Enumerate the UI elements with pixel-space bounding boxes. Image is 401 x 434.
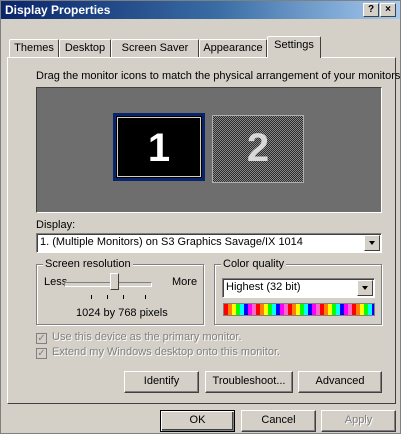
resolution-value: 1024 by 768 pixels [76,307,168,319]
troubleshoot-button[interactable]: Troubleshoot... [205,371,293,393]
resolution-slider-track[interactable] [64,282,152,287]
identify-button[interactable]: Identify [124,371,199,393]
extend-desktop-label: Extend my Windows desktop onto this moni… [52,346,281,358]
chevron-down-icon[interactable] [357,280,373,296]
tab-themes[interactable]: Themes [9,39,59,57]
color-quality-title: Color quality [221,258,287,270]
resolution-more-label: More [172,276,198,288]
color-quality-value: Highest (32 bit) [226,281,301,293]
tab-screen-saver[interactable]: Screen Saver [111,39,199,57]
slider-tick [145,295,146,299]
advanced-button[interactable]: Advanced [298,371,382,393]
slider-tick [123,295,124,299]
monitor-1-icon[interactable]: 1 [113,113,205,181]
display-label: Display: [36,219,76,231]
tab-appearance[interactable]: Appearance [199,39,267,57]
slider-tick [91,295,92,299]
display-select-value: 1. (Multiple Monitors) on S3 Graphics Sa… [40,236,303,248]
color-spectrum-bar [223,303,375,316]
color-quality-select[interactable]: Highest (32 bit) [222,278,375,298]
title-bar[interactable]: Display Properties ? × [1,1,400,19]
chevron-down-icon[interactable] [364,235,380,251]
tab-settings[interactable]: Settings [267,36,321,58]
primary-monitor-checkbox[interactable]: ✓ [36,333,47,344]
apply-button[interactable]: Apply [321,410,396,432]
monitor-2-icon[interactable]: 2 [212,115,304,183]
cancel-button[interactable]: Cancel [241,410,316,432]
tab-desktop[interactable]: Desktop [59,39,111,57]
display-properties-dialog: Display Properties ? × Themes Desktop Sc… [0,0,401,434]
resolution-slider-thumb[interactable] [110,273,119,290]
screen-resolution-title: Screen resolution [43,258,133,270]
monitor-instructions: Drag the monitor icons to match the phys… [36,70,401,82]
display-select[interactable]: 1. (Multiple Monitors) on S3 Graphics Sa… [36,233,382,253]
window-title: Display Properties [5,3,111,17]
slider-tick [107,295,108,299]
close-button[interactable]: × [380,3,396,17]
extend-desktop-checkbox[interactable]: ✓ [36,348,47,359]
help-button[interactable]: ? [363,3,379,17]
monitor-arrangement-area[interactable] [36,87,382,213]
ok-button[interactable]: OK [160,410,235,432]
primary-monitor-label: Use this device as the primary monitor. [52,331,242,343]
